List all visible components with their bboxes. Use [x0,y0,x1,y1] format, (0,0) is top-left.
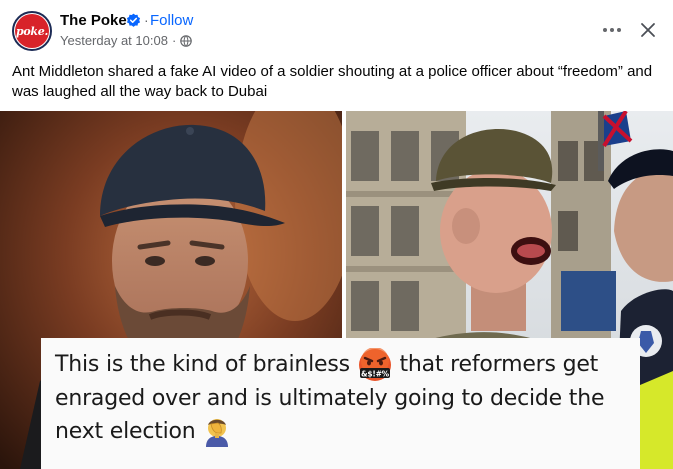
avatar-logo: poke. [15,14,49,48]
avatar-logo-text: poke. [16,24,48,38]
close-icon [641,23,655,37]
tweet-line1-end: that reformers get [399,352,599,377]
post-caption: Ant Middleton shared a fake AI video of … [12,63,653,100]
more-options-button[interactable] [598,16,626,44]
tweet-line1-start: This is the kind of brainless [55,352,350,377]
quoted-tweet-text: This is the kind of brainless &$!#% that… [55,348,640,448]
globe-icon [180,34,193,47]
post-image[interactable]: This is the kind of brainless &$!#% that… [0,111,673,469]
tweet-line2: enraged over and is ultimately going to … [55,386,605,411]
more-options-icon [603,28,621,32]
page-avatar[interactable]: poke. [12,11,52,51]
cursing-emoji-symbols: &$!#% [361,369,390,378]
facepalm-emoji-icon [206,419,229,447]
timestamp-separator: · [171,33,177,48]
page-name[interactable]: The Poke [60,12,127,29]
post-header: poke. The Poke · Follow Yesterday at 10:… [0,0,673,58]
follow-separator: · [144,12,149,28]
quoted-tweet-card: This is the kind of brainless &$!#% that… [41,338,640,469]
post-meta: Yesterday at 10:08 · [60,33,193,48]
follow-button[interactable]: Follow [150,12,193,29]
post-timestamp[interactable]: Yesterday at 10:08 [60,33,168,48]
cursing-face-emoji-icon: &$!#% [358,348,391,381]
verified-badge-icon [126,13,141,27]
close-button[interactable] [634,16,662,44]
tweet-line3: next election [55,419,196,444]
